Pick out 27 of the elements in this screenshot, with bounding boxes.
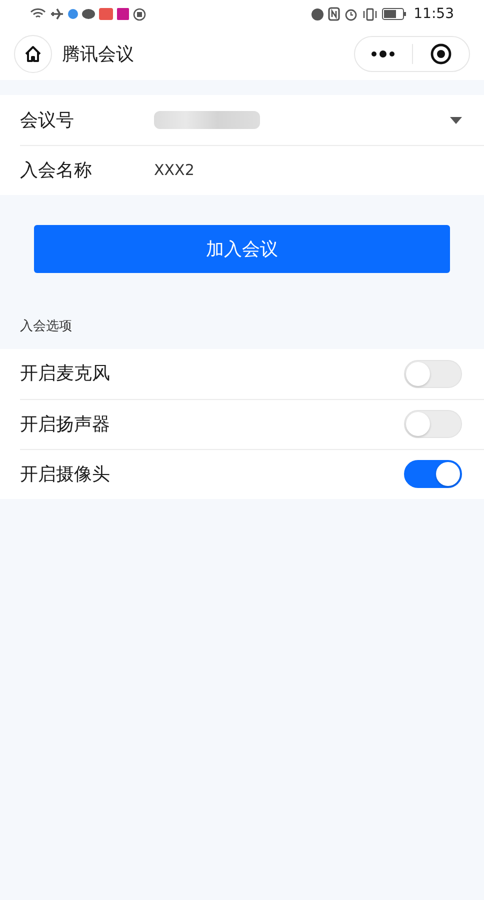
toggle-switch[interactable] <box>404 460 462 488</box>
app-icon <box>117 8 129 20</box>
battery-icon <box>382 8 406 20</box>
dropdown-caret-icon[interactable] <box>450 116 462 124</box>
name-field[interactable]: XXX2 <box>154 159 194 182</box>
option-label: 开启摄像头 <box>20 462 110 486</box>
app-icon <box>99 8 113 20</box>
option-label: 开启扬声器 <box>20 412 110 436</box>
option-label: 开启麦克风 <box>20 362 110 386</box>
close-icon <box>430 43 452 65</box>
chat-icon <box>82 8 95 20</box>
airplane-icon <box>50 8 64 20</box>
app-icon <box>68 9 78 19</box>
section-title: 入会选项 <box>20 318 73 336</box>
more-icon <box>370 50 396 58</box>
clock-time: 11:53 <box>414 4 454 24</box>
home-button[interactable] <box>14 35 52 73</box>
field-label: 会议号 <box>20 108 75 132</box>
page-title: 腾讯会议 <box>62 42 134 66</box>
vibrate-icon <box>362 8 378 20</box>
alarm-icon <box>344 7 358 21</box>
wifi-icon <box>30 8 46 20</box>
home-icon <box>24 45 42 63</box>
field-label: 入会名称 <box>20 159 93 183</box>
status-icon <box>310 8 324 20</box>
join-button[interactable]: 加入会议 <box>34 225 450 273</box>
nfc-icon <box>328 7 340 21</box>
